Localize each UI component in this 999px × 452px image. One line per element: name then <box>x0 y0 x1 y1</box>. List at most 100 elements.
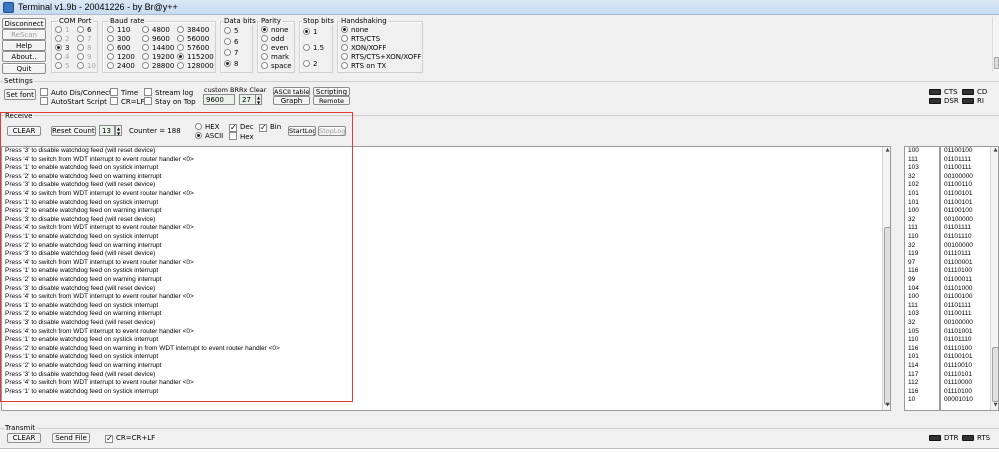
rts-led <box>962 435 974 441</box>
databits-radio-7[interactable]: 7 <box>224 49 238 57</box>
bin-value: 01110100 <box>944 344 972 352</box>
rx-clear-spinner[interactable]: ▲ ▼ <box>255 94 262 105</box>
autostart-script-checkbox[interactable]: AutoStart Script <box>40 97 107 106</box>
baud-radio-4800[interactable]: 4800 <box>142 26 170 34</box>
baud-radio-9600[interactable]: 9600 <box>142 35 170 43</box>
stream-log-checkbox[interactable]: Stream log <box>144 88 193 97</box>
transmit-clear-button[interactable]: CLEAR <box>7 433 41 443</box>
parity-radio-space[interactable]: space <box>261 62 292 70</box>
time-checkbox[interactable]: Time <box>110 88 138 97</box>
about-button[interactable]: About.. <box>2 51 46 62</box>
parity-radio-odd[interactable]: odd <box>261 35 284 43</box>
com-radio-4[interactable]: 4 <box>55 53 69 61</box>
stay-on-top-checkbox[interactable]: Stay on Top <box>144 97 196 106</box>
stopbits-radio-1[interactable]: 1 <box>303 28 317 36</box>
bin-scrollbar-thumb[interactable] <box>992 347 998 402</box>
cr-crlf-checkbox[interactable]: ✓ CR=CR+LF <box>105 434 155 443</box>
baud-radio-1200[interactable]: 1200 <box>107 53 135 61</box>
transmit-input[interactable] <box>0 448 999 452</box>
databits-radio-5[interactable]: 5 <box>224 27 238 35</box>
stopbits-radio-2[interactable]: 2 <box>303 60 317 68</box>
dec-value: 119 <box>908 250 919 258</box>
quit-button[interactable]: Quit <box>2 63 46 74</box>
dtr-label: DTR <box>944 434 959 442</box>
console-scrollbar-thumb[interactable] <box>884 227 890 405</box>
disconnect-button[interactable]: Disconnect <box>2 18 46 29</box>
baud-radio-2400[interactable]: 2400 <box>107 62 135 70</box>
graph-button[interactable]: Graph <box>273 96 310 105</box>
handshake-radio-rtscts-xonxoff[interactable]: RTS/CTS+XON/XOFF <box>341 53 421 61</box>
scroll-down-icon[interactable]: ▼ <box>884 402 890 409</box>
bin-scrollbar[interactable]: ▲ ▼ <box>990 147 998 410</box>
bin-value: 01101001 <box>944 327 973 335</box>
auto-disconnect-checkbox[interactable]: Auto Dis/Connect <box>40 88 112 97</box>
custom-br-input[interactable]: 9600 <box>203 94 235 105</box>
top-scrollbar-thumb[interactable] <box>994 57 999 69</box>
baud-radio-300[interactable]: 300 <box>107 35 130 43</box>
baud-radio-28800[interactable]: 28800 <box>142 62 174 70</box>
bin-scroll-down-icon[interactable]: ▼ <box>992 402 998 409</box>
ri-led <box>962 98 974 104</box>
handshake-radio-rtscts[interactable]: RTS/CTS <box>341 35 380 43</box>
com-radio-3[interactable]: 3 <box>55 44 69 52</box>
dec-value: 114 <box>908 362 919 369</box>
help-button[interactable]: Help <box>2 40 46 51</box>
com-radio-7[interactable]: 7 <box>77 35 91 43</box>
handshake-radio-rts-on-tx[interactable]: RTS on TX <box>341 62 386 70</box>
bin-value: 01110111 <box>944 250 971 258</box>
baud-radio-57600[interactable]: 57600 <box>177 44 209 52</box>
parity-title: Parity <box>260 17 282 25</box>
baud-radio-128000[interactable]: 128000 <box>177 62 214 70</box>
com-port-title: COM Port <box>58 17 93 25</box>
bin-value: 00100000 <box>944 319 973 326</box>
remote-button[interactable]: Remote <box>313 96 350 105</box>
bin-value: 00100000 <box>944 241 973 249</box>
handshaking-title: Handshaking <box>340 17 388 25</box>
baud-radio-38400[interactable]: 38400 <box>177 26 209 34</box>
cr-lf-checkbox[interactable]: CR=LF <box>110 97 145 106</box>
baud-radio-110[interactable]: 110 <box>107 26 130 34</box>
databits-radio-6[interactable]: 6 <box>224 38 238 46</box>
databits-radio-8[interactable]: 8 <box>224 60 238 68</box>
send-file-button[interactable]: Send File <box>52 433 90 443</box>
baud-radio-19200[interactable]: 19200 <box>142 53 174 61</box>
console-scrollbar[interactable]: ▲ ▼ <box>882 147 890 410</box>
ascii-table-button[interactable]: ASCII table <box>273 87 310 96</box>
parity-radio-mark[interactable]: mark <box>261 53 289 61</box>
bin-value: 01101110 <box>944 336 972 344</box>
rescan-button[interactable]: ReScan <box>2 29 46 40</box>
dec-value: 104 <box>908 284 919 292</box>
com-radio-2[interactable]: 2 <box>55 35 69 43</box>
bin-value: 00100000 <box>944 215 973 223</box>
com-radio-8[interactable]: 8 <box>77 44 91 52</box>
bin-value: 01100101 <box>944 198 973 206</box>
dec-value: 111 <box>908 155 918 163</box>
com-radio-5[interactable]: 5 <box>55 62 69 70</box>
dec-value: 110 <box>908 336 919 344</box>
baud-radio-600[interactable]: 600 <box>107 44 130 52</box>
baud-radio-56000[interactable]: 56000 <box>177 35 209 43</box>
dec-value: 112 <box>908 379 919 387</box>
handshake-radio-none[interactable]: none <box>341 26 368 34</box>
bin-scroll-up-icon[interactable]: ▲ <box>992 147 998 154</box>
com-radio-10[interactable]: 10 <box>77 62 96 70</box>
stopbits-radio-1-5[interactable]: 1.5 <box>303 44 324 52</box>
parity-radio-even[interactable]: even <box>261 44 288 52</box>
baud-radio-14400[interactable]: 14400 <box>142 44 174 52</box>
com-radio-9[interactable]: 9 <box>77 53 91 61</box>
scroll-up-icon[interactable]: ▲ <box>884 147 890 154</box>
set-font-button[interactable]: Set font <box>4 89 36 100</box>
bin-value: 01110000 <box>944 379 972 387</box>
bin-value: 01100101 <box>944 353 973 361</box>
rx-clear-input[interactable]: 27 <box>239 94 256 105</box>
baud-radio-115200[interactable]: 115200 <box>177 53 214 61</box>
scripting-button[interactable]: Scripting <box>313 87 350 96</box>
handshake-radio-xonxoff[interactable]: XON/XOFF <box>341 44 386 52</box>
parity-radio-none[interactable]: none <box>261 26 288 34</box>
com-radio-6[interactable]: 6 <box>77 26 91 34</box>
com-radio-1[interactable]: 1 <box>55 26 69 34</box>
dec-value: 101 <box>908 353 919 361</box>
title-bar: Terminal v1.9b - 20041226 - by Br@y++ <box>0 0 999 15</box>
cd-label: CD <box>977 88 988 96</box>
top-scrollbar[interactable] <box>992 17 999 72</box>
